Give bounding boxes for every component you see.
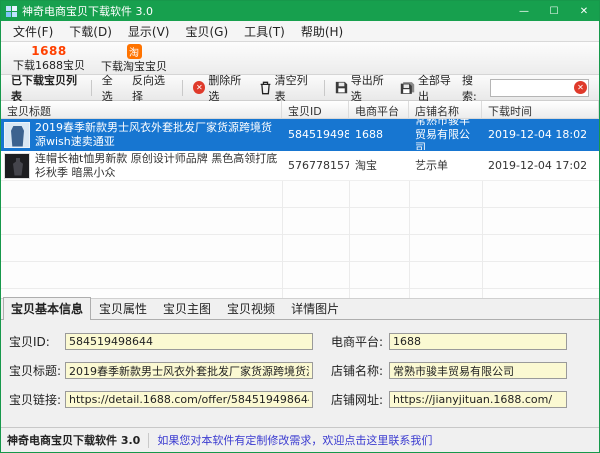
item-id-label: 宝贝ID: [9,333,65,350]
status-bar: 神奇电商宝贝下载软件 3.0 如果您对本软件有定制修改需求，欢迎点击这里联系我们 [1,427,599,452]
download-1688-button[interactable]: 1688 下载1688宝贝 [5,42,93,74]
item-id-field[interactable] [65,333,313,350]
column-header-title[interactable]: 宝贝标题 [1,101,282,118]
save-icon [335,81,348,94]
tab-attributes[interactable]: 宝贝属性 [91,297,155,320]
table-row[interactable]: 连帽长袖t恤男新款 原创设计师品牌 黑色高领打底衫秋季 暗黑小众 5767781… [1,151,599,181]
menu-help[interactable]: 帮助(H) [293,21,351,42]
contact-us-link[interactable]: 如果您对本软件有定制修改需求，欢迎点击这里联系我们 [157,432,432,448]
form-left-column: 宝贝ID: 宝贝标题: 宝贝链接: [1,333,331,427]
export-selected-label: 导出所选 [351,72,390,104]
delete-selected-label: 删除所选 [208,72,248,104]
save-all-icon [400,81,415,95]
status-app-name: 神奇电商宝贝下载软件 3.0 [7,432,148,448]
title-bar: 神奇电商宝贝下载软件 3.0 — ☐ ✕ [1,1,599,21]
search-label: 搜索: [462,72,486,104]
search-box: ✕ [490,79,589,97]
item-title-field[interactable] [65,362,313,379]
tab-main-images[interactable]: 宝贝主图 [155,297,219,320]
export-all-label: 全部导出 [418,72,457,104]
app-icon [6,6,17,17]
tab-detail-images[interactable]: 详情图片 [283,297,347,320]
row-title: 连帽长袖t恤男新款 原创设计师品牌 黑色高领打底衫秋季 暗黑小众 [35,152,280,180]
row-time: 2019-12-04 18:02 [482,119,599,150]
taobao-icon: 淘 [127,44,142,59]
menu-tools[interactable]: 工具(T) [236,21,293,42]
window-controls: — ☐ ✕ [509,1,599,21]
row-thumbnail [4,153,30,179]
column-header-time[interactable]: 下载时间 [482,101,599,118]
delete-icon: ✕ [193,81,205,94]
row-platform: 1688 [349,119,409,150]
status-separator [148,433,149,448]
shop-name-label: 店铺名称: [331,362,389,379]
form-right-column: 电商平台: 店铺名称: 店铺网址: [331,333,599,427]
tab-video[interactable]: 宝贝视频 [219,297,283,320]
platform-label: 电商平台: [331,333,389,350]
list-toolbar: 已下载宝贝列表 全选 反向选择 ✕ 删除所选 清空列表 导出所选 全部导出 [1,75,599,101]
table-header: 宝贝标题 宝贝ID 电商平台 店铺名称 下载时间 [1,101,599,119]
detail-tab-bar: 宝贝基本信息 宝贝属性 宝贝主图 宝贝视频 详情图片 [1,298,599,320]
menu-download[interactable]: 下载(D) [61,21,120,42]
clear-search-icon[interactable]: ✕ [574,81,587,94]
menu-item[interactable]: 宝贝(G) [177,21,236,42]
download-1688-label: 下载1688宝贝 [13,59,85,72]
downloaded-items-table: 宝贝标题 宝贝ID 电商平台 店铺名称 下载时间 2019春季新款男士风衣外套批… [1,101,599,298]
shop-name-field[interactable] [389,362,567,379]
row-shop: 艺示单 [409,151,482,180]
logo-1688-icon: 1688 [31,44,66,59]
row-id: 576778157186 [282,151,349,180]
toolbar-separator [182,80,183,96]
row-time: 2019-12-04 17:02 [482,151,599,180]
list-title: 已下载宝贝列表 [7,72,86,104]
trash-icon [259,81,272,95]
detail-form-panel: 宝贝ID: 宝贝标题: 宝贝链接: 电商平台: 店铺名称: 店铺网址: [1,320,599,427]
column-header-id[interactable]: 宝贝ID [282,101,349,118]
toolbar-separator [324,80,325,96]
platform-field[interactable] [389,333,567,350]
maximize-button[interactable]: ☐ [539,1,569,21]
item-title-label: 宝贝标题: [9,362,65,379]
shop-url-field[interactable] [389,391,567,408]
row-shop: 常熟市骏丰贸易有限公司 [409,119,482,150]
close-button[interactable]: ✕ [569,1,599,21]
table-empty-area [1,181,599,298]
column-header-platform[interactable]: 电商平台 [349,101,409,118]
clear-list-label: 清空列表 [275,72,314,104]
table-row[interactable]: 2019春季新款男士风衣外套批发厂家货源跨境货源wish速卖通亚 5845194… [1,119,599,151]
column-header-shop[interactable]: 店铺名称 [409,101,482,118]
row-id: 584519498644 [282,119,349,150]
row-title: 2019春季新款男士风衣外套批发厂家货源跨境货源wish速卖通亚 [35,121,280,149]
row-thumbnail [4,122,30,148]
item-url-field[interactable] [65,391,313,408]
app-window: 神奇电商宝贝下载软件 3.0 — ☐ ✕ 文件(F) 下载(D) 显示(V) 宝… [0,0,600,453]
row-platform: 淘宝 [349,151,409,180]
tab-basic-info[interactable]: 宝贝基本信息 [3,297,91,320]
minimize-button[interactable]: — [509,1,539,21]
shop-url-label: 店铺网址: [331,391,389,408]
menu-view[interactable]: 显示(V) [120,21,178,42]
toolbar-separator [91,80,92,96]
item-url-label: 宝贝链接: [9,391,65,408]
menu-bar: 文件(F) 下载(D) 显示(V) 宝贝(G) 工具(T) 帮助(H) [1,21,599,42]
menu-file[interactable]: 文件(F) [5,21,61,42]
window-title: 神奇电商宝贝下载软件 3.0 [22,3,509,19]
